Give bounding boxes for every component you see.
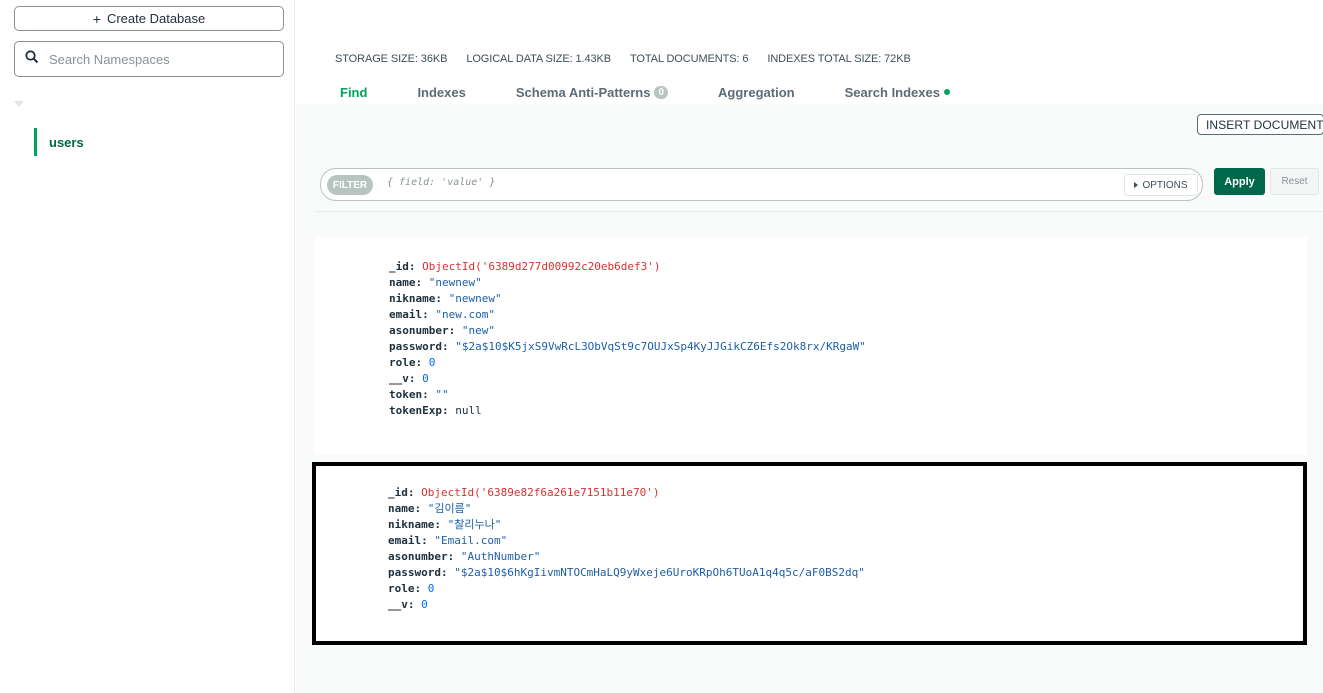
field-key: role:	[389, 356, 423, 369]
document-fields: _id: ObjectId('6389d277d00992c20eb6def3'…	[389, 259, 866, 419]
field-key: password:	[388, 566, 448, 579]
collection-header: STORAGE SIZE: 36KB LOGICAL DATA SIZE: 1.…	[296, 0, 1323, 104]
field-key: __v:	[388, 598, 415, 611]
document-field: password: "$2a$10$K5jxS9VwRcL3ObVqSt9c7O…	[389, 339, 866, 355]
document-field: token: ""	[389, 387, 866, 403]
create-database-label: Create Database	[106, 11, 206, 26]
storage-size: STORAGE SIZE: 36KB	[335, 53, 448, 65]
document-field: password: "$2a$10$6hKgIivmNTOCmHaLQ9yWxe…	[388, 565, 865, 581]
sidebar-item-users[interactable]: users	[34, 128, 289, 156]
field-key: nikname:	[389, 292, 442, 305]
apply-button[interactable]: Apply	[1214, 168, 1265, 195]
tab-search-indexes-label: Search Indexes	[844, 84, 940, 100]
field-key: email:	[388, 534, 428, 547]
field-value: 0	[421, 598, 428, 611]
schema-count-badge: 0	[654, 85, 669, 99]
tab-find[interactable]: Find	[340, 82, 367, 102]
tab-search-indexes[interactable]: Search Indexes	[845, 82, 950, 102]
field-key: _id:	[388, 486, 415, 499]
tab-aggregation[interactable]: Aggregation	[718, 82, 795, 102]
tab-indexes[interactable]: Indexes	[417, 82, 465, 102]
collection-stats: STORAGE SIZE: 36KB LOGICAL DATA SIZE: 1.…	[335, 53, 911, 65]
document-field: _id: ObjectId('6389d277d00992c20eb6def3'…	[389, 259, 866, 275]
document-fields: _id: ObjectId('6389e82f6a261e7151b11e70'…	[388, 485, 865, 613]
plus-icon: +	[92, 10, 101, 27]
document-card[interactable]: _id: ObjectId('6389d277d00992c20eb6def3'…	[314, 237, 1307, 455]
document-field: name: "김이름"	[388, 501, 865, 517]
document-field: tokenExp: null	[389, 403, 866, 419]
field-key: email:	[389, 308, 429, 321]
field-value: "new.com"	[435, 308, 495, 321]
insert-document-button[interactable]: INSERT DOCUMENT	[1197, 114, 1323, 135]
document-field: asonumber: "new"	[389, 323, 866, 339]
tab-schema-anti-patterns[interactable]: Schema Anti-Patterns 0	[515, 82, 669, 102]
field-key: asonumber:	[388, 550, 455, 563]
field-value: "찰리누나"	[447, 518, 502, 531]
field-value: 0	[422, 372, 429, 385]
total-documents: TOTAL DOCUMENTS: 6	[629, 53, 749, 65]
document-field: _id: ObjectId('6389e82f6a261e7151b11e70'…	[388, 485, 865, 501]
tab-schema-label: Schema Anti-Patterns	[515, 84, 651, 100]
search-namespaces-field[interactable]	[14, 41, 284, 77]
field-key: nikname:	[388, 518, 441, 531]
document-field: __v: 0	[388, 597, 865, 613]
field-key: role:	[388, 582, 422, 595]
field-value: "new"	[461, 324, 495, 337]
reset-button[interactable]: Reset	[1270, 168, 1319, 195]
field-key: __v:	[389, 372, 416, 385]
caret-right-icon	[1134, 182, 1139, 188]
field-value: ObjectId('6389e82f6a261e7151b11e70')	[421, 486, 660, 499]
filter-bar: FILTER OPTIONS	[320, 168, 1203, 201]
filter-label: FILTER	[327, 175, 373, 195]
document-field: email: "Email.com"	[388, 533, 865, 549]
field-value: "김이름"	[427, 502, 472, 515]
field-key: token:	[389, 388, 429, 401]
field-value: null	[455, 404, 482, 417]
logical-data-size: LOGICAL DATA SIZE: 1.43KB	[466, 53, 611, 65]
field-key: password:	[389, 340, 449, 353]
divider	[316, 211, 1323, 212]
field-value: "newnew"	[428, 276, 482, 289]
field-value: ObjectId('6389d277d00992c20eb6def3')	[422, 260, 661, 273]
document-field: role: 0	[389, 355, 866, 371]
options-label: OPTIONS	[1142, 179, 1188, 191]
field-key: _id:	[389, 260, 416, 273]
field-value: ""	[435, 388, 449, 401]
expand-caret-icon[interactable]	[14, 101, 24, 107]
main-panel: STORAGE SIZE: 36KB LOGICAL DATA SIZE: 1.…	[296, 0, 1323, 693]
field-key: tokenExp:	[389, 404, 449, 417]
indexes-total-size: INDEXES TOTAL SIZE: 72KB	[767, 53, 911, 65]
new-indicator-dot-icon	[943, 89, 950, 95]
collection-tabs: Find Indexes Schema Anti-Patterns 0 Aggr…	[340, 82, 1000, 104]
create-database-button[interactable]: + Create Database	[14, 6, 284, 31]
field-key: name:	[389, 276, 423, 289]
field-value: "Email.com"	[434, 534, 508, 547]
field-key: name:	[388, 502, 422, 515]
document-card-highlighted[interactable]: _id: ObjectId('6389e82f6a261e7151b11e70'…	[312, 462, 1307, 645]
filter-input[interactable]	[387, 177, 1087, 188]
field-value: "$2a$10$6hKgIivmNTOCmHaLQ9yWxeje6UroKRpO…	[454, 566, 865, 579]
document-field: nikname: "newnew"	[389, 291, 866, 307]
document-field: nikname: "찰리누나"	[388, 517, 865, 533]
document-field: role: 0	[388, 581, 865, 597]
search-namespaces-input[interactable]	[49, 51, 249, 67]
field-key: asonumber:	[389, 324, 456, 337]
field-value: 0	[427, 582, 435, 595]
field-value: "newnew"	[448, 292, 502, 305]
search-icon	[25, 49, 39, 69]
field-value: 0	[428, 356, 436, 369]
sidebar: + Create Database users	[0, 0, 295, 693]
field-value: "AuthNumber"	[460, 550, 541, 563]
document-field: email: "new.com"	[389, 307, 866, 323]
document-field: __v: 0	[389, 371, 866, 387]
document-field: asonumber: "AuthNumber"	[388, 549, 865, 565]
field-value: "$2a$10$K5jxS9VwRcL3ObVqSt9c7OUJxSp4KyJJ…	[455, 340, 866, 353]
document-field: name: "newnew"	[389, 275, 866, 291]
options-button[interactable]: OPTIONS	[1124, 174, 1198, 196]
